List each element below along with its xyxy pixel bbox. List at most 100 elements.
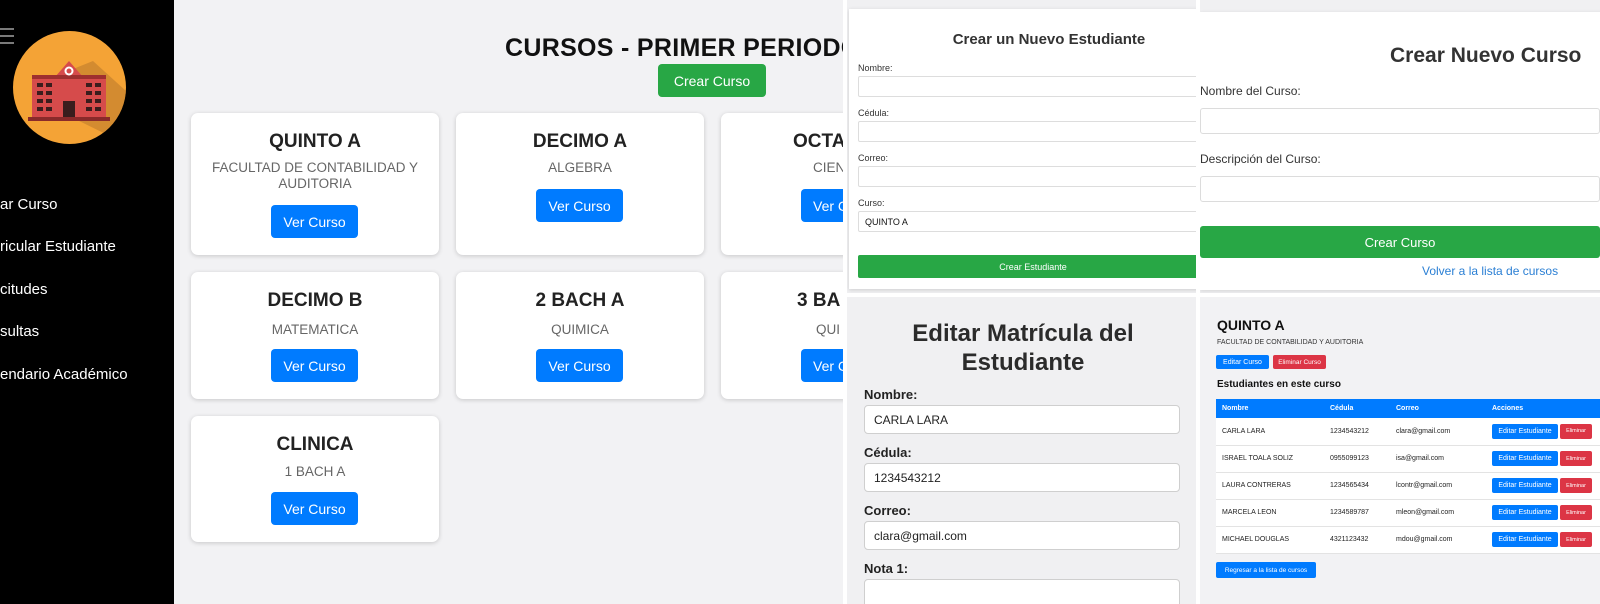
student-email: mleon@gmail.com [1390,499,1486,527]
id-field[interactable] [858,121,1200,142]
nav-academic-calendar[interactable]: endario Académico [0,366,128,383]
student-name: LAURA CONTRERAS [1216,472,1324,500]
delete-student-button[interactable]: Eliminar [1560,505,1592,520]
view-course-button[interactable]: Ver Curso [271,492,358,525]
grade1-label: Nota 1: [864,561,909,576]
student-id: 1234543212 [1324,418,1390,446]
row-actions: Editar Estudiante Eliminar [1486,499,1600,527]
column-header-name: Nombre [1216,399,1324,418]
nav-enroll-student[interactable]: ricular Estudiante [0,238,116,255]
row-actions: Editar Estudiante Eliminar [1486,526,1600,554]
form-title: Editar Matrícula del Estudiante [912,320,1134,376]
id-label: Cédula: [858,108,890,118]
delete-student-button[interactable]: Eliminar [1560,532,1592,547]
course-card: OCTA CIEN Ver C [721,113,843,255]
course-select[interactable]: QUINTO A [858,211,1200,232]
view-course-button[interactable]: Ver Curso [271,349,358,382]
course-name: CLINICA [276,434,354,455]
student-id: 4321123432 [1324,526,1390,554]
course-description-field[interactable] [1200,176,1600,202]
nav-queries[interactable]: sultas [0,323,39,340]
student-id: 0955099123 [1324,445,1390,473]
course-description: FACULTAD DE CONTABILIDAD Y AUDITORIA [1217,339,1364,346]
table-row: LAURA CONTRERAS 1234565434 lcontr@gmail.… [1216,472,1600,500]
student-name: CARLA LARA [1216,418,1324,446]
delete-student-button[interactable]: Eliminar [1560,423,1592,439]
course-card: 3 BA QUI Ver C [721,272,843,399]
column-header-email: Correo [1390,399,1486,418]
table-header-row: Nombre Cédula Correo Acciones [1216,399,1600,418]
grade1-field[interactable] [864,579,1180,604]
email-label: Correo: [858,153,889,163]
nav-requests[interactable]: citudes [0,281,48,298]
edit-student-button[interactable]: Editar Estudiante [1492,505,1558,520]
student-email: clara@gmail.com [1390,418,1486,446]
name-field[interactable] [858,76,1200,97]
back-to-courses-button[interactable]: Regresar a la lista de cursos [1216,562,1316,578]
create-student-form: Crear un Nuevo Estudiante Nombre: Cédula… [849,9,1200,289]
course-subject: MATEMATICA [271,322,359,337]
create-student-button[interactable]: Crear Estudiante [858,255,1200,278]
course-name: QUINTO A [269,131,361,152]
course-card: 2 BACH A QUIMICA Ver Curso [456,272,704,399]
delete-student-button[interactable]: Eliminar [1560,478,1592,493]
student-email: lcontr@gmail.com [1390,472,1486,500]
table-row: ISRAEL TOALA SOLIZ 0955099123 isa@gmail.… [1216,445,1600,473]
course-card: CLINICA 1 BACH A Ver Curso [191,416,439,542]
create-course-button[interactable]: Crear Curso [658,64,766,97]
edit-student-button[interactable]: Editar Estudiante [1492,478,1558,493]
view-course-button[interactable]: Ver Curso [536,189,623,222]
back-to-courses-link[interactable]: Volver a la lista de cursos [1422,264,1558,278]
column-header-id: Cédula [1324,399,1390,418]
edit-student-button[interactable]: Editar Estudiante [1492,423,1558,439]
edit-student-button[interactable]: Editar Estudiante [1492,532,1558,547]
course-name-label: Nombre del Curso: [1200,84,1301,98]
nav-create-course[interactable]: ar Curso [0,196,58,213]
course-label: Curso: [858,198,885,208]
menu-icon[interactable] [0,28,14,44]
course-name-field[interactable] [1200,108,1600,134]
course-name: DECIMO A [532,131,628,152]
id-field[interactable]: 1234543212 [864,463,1180,492]
view-course-button[interactable]: Ver C [801,189,843,222]
course-detail-panel: QUINTO A FACULTAD DE CONTABILIDAD Y AUDI… [1200,297,1600,604]
course-name: DECIMO B [267,290,363,311]
panel-divider [843,293,1600,297]
name-label: Nombre: [858,63,893,73]
course-name: 3 BA [797,290,841,311]
row-actions: Editar Estudiante Eliminar [1486,445,1600,473]
name-field[interactable]: CARLA LARA [864,405,1180,434]
students-table: Nombre Cédula Correo Acciones CARLA LARA… [1216,399,1600,554]
course-subject: QUI [816,322,841,337]
table-row: MICHAEL DOUGLAS 4321123432 mdou@gmail.co… [1216,526,1600,554]
create-course-button[interactable]: Crear Curso [1200,226,1600,258]
course-description-label: Descripción del Curso: [1200,152,1321,166]
student-id: 1234565434 [1324,472,1390,500]
name-label: Nombre: [864,387,918,402]
edit-student-button[interactable]: Editar Estudiante [1492,451,1558,466]
view-course-button[interactable]: Ver Curso [271,205,358,238]
view-course-button[interactable]: Ver Curso [536,349,623,382]
student-name: MICHAEL DOUGLAS [1216,526,1324,554]
create-course-panel: Crear Nuevo Curso Nombre del Curso: Desc… [1200,0,1600,297]
form-title: Crear Nuevo Curso [1390,44,1582,67]
view-course-button[interactable]: Ver C [801,349,843,382]
edit-course-button[interactable]: Editar Curso [1216,355,1269,369]
create-student-panel: Crear un Nuevo Estudiante Nombre: Cédula… [843,0,1200,297]
form-title: Crear un Nuevo Estudiante [952,31,1146,48]
student-name: MARCELA LEON [1216,499,1324,527]
delete-course-button[interactable]: Eliminar Curso [1273,355,1326,369]
column-header-actions: Acciones [1486,399,1600,418]
email-field[interactable]: clara@gmail.com [864,521,1180,550]
email-field[interactable] [858,166,1200,187]
delete-student-button[interactable]: Eliminar [1560,451,1592,466]
sidebar: ar Curso ricular Estudiante citudes sult… [0,0,174,604]
student-id: 1234589787 [1324,499,1390,527]
courses-dashboard-panel: ar Curso ricular Estudiante citudes sult… [0,0,843,604]
course-subject: FACULTAD DE CONTABILIDAD Y AUDITORIA [211,160,419,191]
email-label: Correo: [864,503,911,518]
student-name: ISRAEL TOALA SOLIZ [1216,445,1324,473]
table-row: MARCELA LEON 1234589787 mleon@gmail.com … [1216,499,1600,527]
id-label: Cédula: [864,445,912,460]
panel-divider [1196,0,1200,604]
